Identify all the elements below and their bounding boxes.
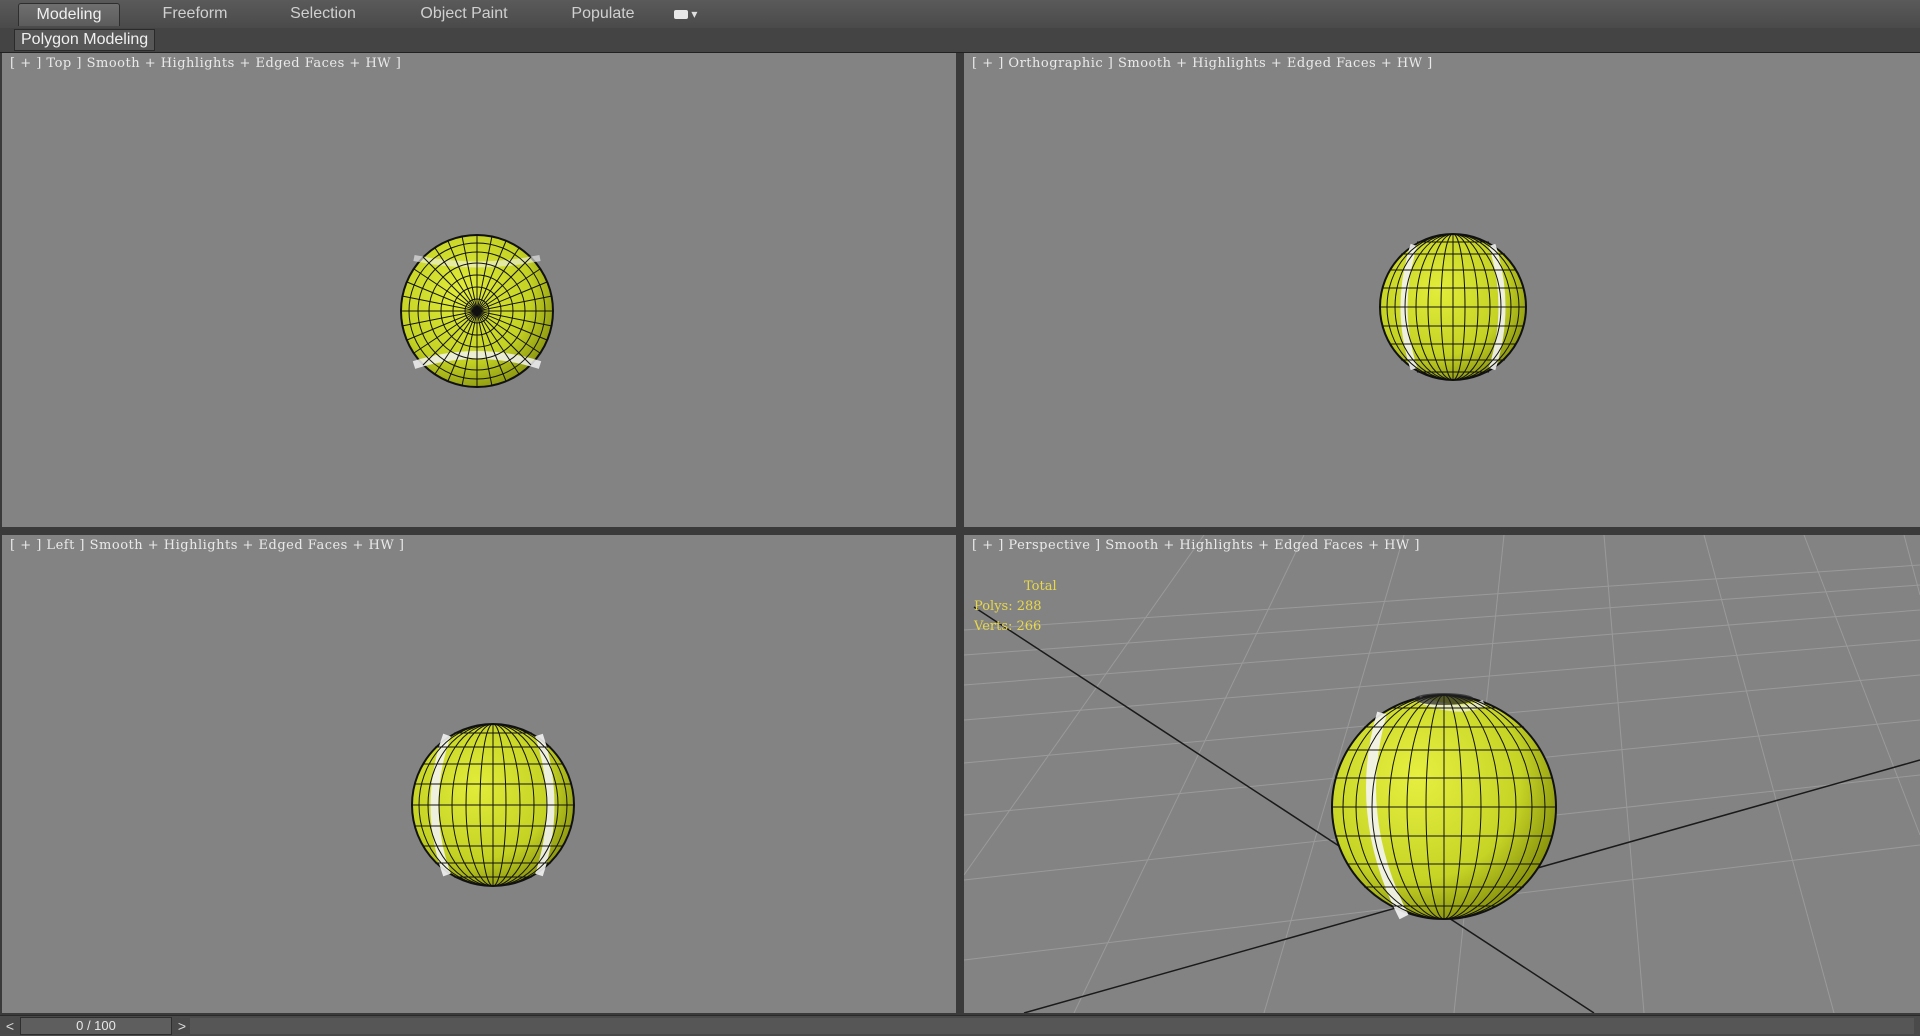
ribbon-bar: Modeling Freeform Selection Object Paint… (0, 0, 1920, 29)
viewport-left[interactable]: [ + ] Left ] Smooth + Highlights + Edged… (2, 535, 956, 1013)
tab-object-paint[interactable]: Object Paint (406, 3, 522, 25)
scene-statistics: Total Polys: 288 Verts: 266 (974, 577, 1057, 637)
tab-selection[interactable]: Selection (268, 3, 378, 25)
viewport-top[interactable]: [ + ] Top ] Smooth + Highlights + Edged … (2, 53, 956, 527)
ribbon-options-button[interactable]: ▾ (674, 7, 704, 21)
chevron-down-icon: ▾ (691, 7, 698, 21)
viewport-perspective-scene (964, 535, 1920, 1013)
viewport-orthographic-scene (1379, 233, 1527, 381)
timeline-bar: < 0 / 100 > (0, 1015, 1920, 1036)
prev-frame-button[interactable]: < (2, 1017, 18, 1035)
tennis-ball-orthographic (1379, 233, 1527, 381)
viewport-orthographic[interactable]: [ + ] Orthographic ] Smooth + Highlights… (964, 53, 1920, 527)
viewport-top-scene (400, 234, 554, 388)
tab-freeform[interactable]: Freeform (140, 3, 250, 25)
viewport-left-scene (411, 723, 575, 887)
polygon-modeling-tab[interactable]: Polygon Modeling (14, 29, 156, 51)
timeline-track[interactable] (190, 1018, 1914, 1034)
tennis-ball-perspective (1331, 693, 1557, 920)
tennis-ball-left (411, 723, 575, 887)
stats-verts: Verts: 266 (974, 619, 1042, 634)
ribbon-panel-bar: Polygon Modeling (0, 28, 1920, 53)
next-frame-button[interactable]: > (174, 1017, 190, 1035)
tab-populate[interactable]: Populate (548, 3, 658, 25)
stats-title: Total (1024, 579, 1057, 594)
tennis-ball-top (400, 234, 554, 388)
viewport-perspective-label[interactable]: [ + ] Perspective ] Smooth + Highlights … (972, 538, 1420, 553)
viewport-perspective[interactable]: [ + ] Perspective ] Smooth + Highlights … (964, 535, 1920, 1013)
tab-modeling[interactable]: Modeling (18, 3, 120, 26)
time-slider[interactable]: 0 / 100 (20, 1017, 172, 1035)
stats-polys: Polys: 288 (974, 599, 1042, 614)
dropdown-box-icon (674, 10, 688, 20)
